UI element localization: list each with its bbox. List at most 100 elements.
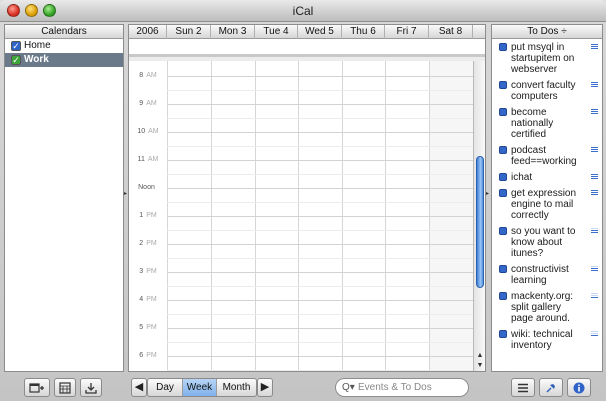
- todo-checkbox[interactable]: [499, 292, 507, 300]
- hour-line: [167, 356, 473, 357]
- right-splitter-handle[interactable]: ▸: [486, 190, 490, 198]
- todo-text: podcast feed==working: [511, 145, 577, 167]
- search-icon[interactable]: Q▾: [342, 379, 355, 396]
- todo-item[interactable]: wiki: technical inventory: [492, 326, 602, 353]
- mini-month-button[interactable]: [54, 378, 76, 397]
- priority-icon[interactable]: [591, 147, 598, 153]
- day-header[interactable]: Sat 8: [429, 25, 473, 39]
- calendars-panel: Calendars ✓ Home ✓ Work: [4, 24, 124, 372]
- next-button[interactable]: ▶: [257, 378, 273, 397]
- hour-ampm: AM: [147, 156, 159, 163]
- half-hour-line: [167, 258, 473, 259]
- day-header[interactable]: Sun 2: [167, 25, 211, 39]
- list-button[interactable]: [511, 378, 535, 397]
- hour-ampm: PM: [146, 212, 157, 219]
- half-hour-line: [167, 202, 473, 203]
- week-view-button[interactable]: Week: [183, 379, 217, 396]
- hour-line: [167, 160, 473, 161]
- half-hour-line: [167, 118, 473, 119]
- scroll-thumb[interactable]: [476, 156, 484, 288]
- scroll-up-arrow[interactable]: ▲: [475, 351, 485, 360]
- hour-label: 11 AM: [129, 156, 167, 163]
- calendar-item-work[interactable]: ✓ Work: [5, 53, 123, 67]
- todo-item[interactable]: mackenty.org: split gallery page around.: [492, 288, 602, 326]
- priority-icon[interactable]: [591, 266, 598, 272]
- previous-button[interactable]: ◀: [131, 378, 147, 397]
- hour-number: 1: [139, 212, 144, 219]
- hour-line: [167, 244, 473, 245]
- todo-toggle-button[interactable]: [539, 378, 563, 397]
- priority-icon[interactable]: [591, 44, 598, 50]
- publish-button[interactable]: [80, 378, 102, 397]
- day-header[interactable]: Thu 6: [342, 25, 385, 39]
- week-view: 2006 Sun 2 Mon 3 Tue 4 Wed 5 Thu 6 Fri 7…: [128, 24, 486, 372]
- priority-icon[interactable]: [591, 174, 598, 180]
- vertical-scrollbar[interactable]: ▲ ▼: [473, 61, 485, 371]
- week-header: 2006 Sun 2 Mon 3 Tue 4 Wed 5 Thu 6 Fri 7…: [129, 25, 485, 39]
- todo-item[interactable]: ichat: [492, 169, 602, 185]
- hour-label: 1 PM: [129, 212, 167, 219]
- todos-panel: To Dos ÷ put msyql in startupitem on web…: [491, 24, 603, 372]
- priority-icon[interactable]: [591, 82, 598, 88]
- hour-line: [167, 328, 473, 329]
- all-day-row[interactable]: [129, 39, 485, 57]
- todo-checkbox[interactable]: [499, 330, 507, 338]
- hour-label: 4 PM: [129, 296, 167, 303]
- hour-line: [167, 76, 473, 77]
- add-calendar-button[interactable]: [24, 378, 50, 397]
- month-view-button[interactable]: Month: [217, 379, 256, 396]
- priority-icon[interactable]: [591, 293, 598, 299]
- scroll-down-arrow[interactable]: ▼: [475, 361, 485, 370]
- info-button[interactable]: [567, 378, 591, 397]
- calendar-item-home[interactable]: ✓ Home: [5, 39, 123, 53]
- time-grid[interactable]: 8 AM 9 AM 10 AM 11 AM Noon 1 PM 2 PM 3 PM 4 PM 5 PM 6 PM: [129, 61, 473, 371]
- priority-icon[interactable]: [591, 228, 598, 234]
- todo-checkbox[interactable]: [499, 43, 507, 51]
- hour-number: 11: [137, 156, 145, 163]
- todo-item[interactable]: convert faculty computers: [492, 77, 602, 104]
- todos-header[interactable]: To Dos ÷: [492, 25, 602, 39]
- todo-text: become nationally certified: [511, 107, 554, 140]
- search-field[interactable]: Q▾ Events & To Dos: [335, 378, 469, 397]
- window-title: iCal: [292, 4, 314, 18]
- hour-label: 6 PM: [129, 352, 167, 359]
- todo-checkbox[interactable]: [499, 173, 507, 181]
- day-header[interactable]: Tue 4: [255, 25, 298, 39]
- checkbox-work[interactable]: ✓: [11, 55, 21, 65]
- scroll-up-arrow-top[interactable]: [475, 61, 485, 70]
- todo-text: put msyql in startupitem on webserver: [511, 42, 575, 75]
- todo-text: get expression engine to mail correctly: [511, 188, 577, 221]
- hour-label: 3 PM: [129, 268, 167, 275]
- todo-item[interactable]: podcast feed==working: [492, 142, 602, 169]
- checkbox-home[interactable]: ✓: [11, 41, 21, 51]
- calendars-header: Calendars: [5, 25, 123, 39]
- priority-icon[interactable]: [591, 190, 598, 196]
- todo-checkbox[interactable]: [499, 146, 507, 154]
- todo-checkbox[interactable]: [499, 189, 507, 197]
- todo-checkbox[interactable]: [499, 108, 507, 116]
- day-header[interactable]: Mon 3: [211, 25, 255, 39]
- todo-checkbox[interactable]: [499, 81, 507, 89]
- hour-number: 9: [139, 100, 144, 107]
- search-placeholder: Events & To Dos: [358, 382, 432, 393]
- hour-label: 10 AM: [129, 128, 167, 135]
- publish-icon: [85, 383, 97, 394]
- half-hour-line: [167, 286, 473, 287]
- ical-window: iCal Calendars ✓ Home ✓ Work ▸ 2006 Sun 2 …: [0, 0, 606, 401]
- day-header[interactable]: Fri 7: [385, 25, 429, 39]
- todo-checkbox[interactable]: [499, 227, 507, 235]
- todo-item[interactable]: become nationally certified: [492, 104, 602, 142]
- todo-text: convert faculty computers: [511, 80, 576, 102]
- todo-checkbox[interactable]: [499, 265, 507, 273]
- mini-month-icon: [59, 382, 71, 394]
- day-view-button[interactable]: Day: [148, 379, 183, 396]
- priority-icon[interactable]: [591, 109, 598, 115]
- todo-item[interactable]: so you want to know about itunes?: [492, 223, 602, 261]
- priority-icon[interactable]: [591, 331, 598, 337]
- todo-item[interactable]: put msyql in startupitem on webserver: [492, 39, 602, 77]
- day-header[interactable]: Wed 5: [298, 25, 342, 39]
- list-icon: [518, 383, 528, 393]
- todo-item[interactable]: constructivist learning: [492, 261, 602, 288]
- todo-item[interactable]: get expression engine to mail correctly: [492, 185, 602, 223]
- title-bar: iCal: [0, 0, 606, 22]
